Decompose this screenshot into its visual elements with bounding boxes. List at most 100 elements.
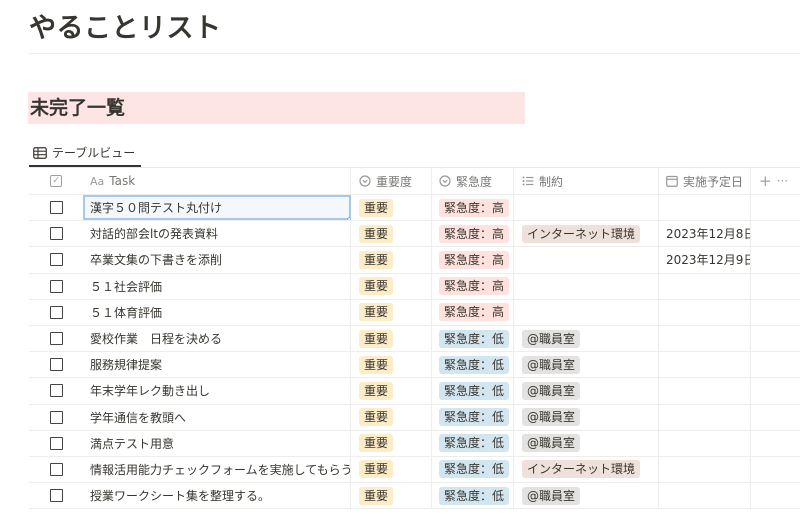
importance-cell[interactable]: 重要: [351, 273, 432, 299]
add-column-icon[interactable]: +: [759, 172, 772, 190]
done-checkbox[interactable]: [49, 253, 63, 267]
row-checkbox-cell[interactable]: [29, 300, 83, 325]
date-cell[interactable]: [659, 299, 751, 325]
task-cell[interactable]: 漢字５０問テスト丸付け: [83, 195, 351, 221]
table-row[interactable]: 学年通信を教頭へ 重要 緊急度：低 @職員室: [29, 404, 800, 431]
task-cell[interactable]: 対話的部会ltの発表資料: [83, 221, 351, 247]
importance-cell[interactable]: 重要: [351, 195, 432, 221]
row-checkbox-cell[interactable]: [29, 195, 83, 220]
fill-handle[interactable]: [347, 217, 350, 221]
row-checkbox-cell[interactable]: [29, 247, 83, 272]
done-checkbox[interactable]: [49, 410, 63, 424]
date-cell[interactable]: 2023年12月8日: [659, 221, 751, 247]
importance-cell[interactable]: 重要: [351, 325, 432, 352]
urgency-cell[interactable]: 緊急度：低: [432, 378, 514, 404]
done-checkbox[interactable]: [49, 462, 63, 476]
row-checkbox-cell[interactable]: [29, 457, 83, 482]
urgency-cell[interactable]: 緊急度：低: [432, 352, 514, 378]
constraint-cell[interactable]: [514, 299, 659, 325]
importance-cell[interactable]: 重要: [351, 430, 432, 456]
date-cell[interactable]: 2023年12月9日: [659, 247, 751, 273]
done-checkbox[interactable]: [49, 279, 63, 293]
importance-cell[interactable]: 重要: [351, 378, 432, 404]
date-cell[interactable]: [659, 404, 751, 430]
row-checkbox-cell[interactable]: [29, 378, 83, 403]
task-cell[interactable]: 年末学年レク動き出し: [83, 378, 351, 404]
done-checkbox[interactable]: [49, 201, 63, 215]
table-row[interactable]: 授業ワークシート集を整理する。 重要 緊急度：低 @職員室: [29, 483, 800, 510]
table-row[interactable]: 愛校作業 日程を決める 重要 緊急度：低 @職員室: [29, 325, 800, 353]
task-cell[interactable]: ５１社会評価: [83, 273, 351, 299]
date-cell[interactable]: [659, 378, 751, 404]
importance-cell[interactable]: 重要: [351, 247, 432, 273]
constraint-cell[interactable]: [514, 247, 659, 273]
done-checkbox[interactable]: [49, 227, 63, 241]
constraint-cell[interactable]: [514, 195, 659, 221]
task-cell[interactable]: 学年通信を教頭へ: [83, 404, 351, 430]
row-checkbox-cell[interactable]: [29, 326, 83, 351]
constraint-cell[interactable]: @職員室: [514, 325, 659, 352]
more-options-icon[interactable]: ···: [777, 174, 788, 188]
done-checkbox[interactable]: [49, 436, 63, 450]
importance-cell[interactable]: 重要: [351, 221, 432, 247]
constraint-cell[interactable]: @職員室: [514, 404, 659, 430]
importance-cell[interactable]: 重要: [351, 299, 432, 325]
row-checkbox-cell[interactable]: [29, 352, 83, 377]
constraint-cell[interactable]: @職員室: [514, 378, 659, 404]
task-cell[interactable]: 卒業文集の下書きを添削: [83, 247, 351, 273]
constraint-cell[interactable]: [514, 273, 659, 299]
done-checkbox[interactable]: [49, 305, 63, 319]
date-cell[interactable]: [659, 456, 751, 483]
date-cell[interactable]: [659, 483, 751, 509]
table-row[interactable]: 情報活用能力チェックフォームを実施してもらう 重要 緊急度：低 インターネット環境: [29, 456, 800, 484]
date-cell[interactable]: [659, 273, 751, 299]
table-row[interactable]: ５１体育評価 重要 緊急度：高: [29, 299, 800, 326]
urgency-cell[interactable]: 緊急度：低: [432, 430, 514, 456]
urgency-cell[interactable]: 緊急度：低: [432, 325, 514, 352]
date-cell[interactable]: [659, 430, 751, 456]
row-checkbox-cell[interactable]: [29, 274, 83, 299]
row-checkbox-cell[interactable]: [29, 483, 83, 508]
constraint-cell[interactable]: @職員室: [514, 352, 659, 378]
task-cell[interactable]: 服務規律提案: [83, 352, 351, 378]
constraint-cell[interactable]: インターネット環境: [514, 221, 659, 247]
urgency-cell[interactable]: 緊急度：高: [432, 299, 514, 325]
done-checkbox[interactable]: [49, 489, 63, 503]
date-cell[interactable]: [659, 325, 751, 352]
table-row[interactable]: ５１社会評価 重要 緊急度：高: [29, 273, 800, 300]
column-header-urgency[interactable]: 緊急度: [432, 168, 514, 194]
task-cell[interactable]: 情報活用能力チェックフォームを実施してもらう: [83, 456, 351, 483]
column-header-task[interactable]: Aa Task: [83, 168, 351, 194]
tab-table-view[interactable]: テーブルビュー: [29, 140, 142, 167]
urgency-cell[interactable]: 緊急度：高: [432, 247, 514, 273]
constraint-cell[interactable]: @職員室: [514, 483, 659, 509]
task-cell[interactable]: 授業ワークシート集を整理する。: [83, 483, 351, 509]
table-row[interactable]: 服務規律提案 重要 緊急度：低 @職員室: [29, 352, 800, 379]
row-checkbox-cell[interactable]: [29, 431, 83, 456]
date-cell[interactable]: [659, 352, 751, 378]
table-row[interactable]: 年末学年レク動き出し 重要 緊急度：低 @職員室: [29, 378, 800, 405]
importance-cell[interactable]: 重要: [351, 352, 432, 378]
task-cell[interactable]: ５１体育評価: [83, 299, 351, 325]
column-header-date[interactable]: 実施予定日: [659, 168, 751, 194]
urgency-cell[interactable]: 緊急度：低: [432, 483, 514, 509]
importance-cell[interactable]: 重要: [351, 404, 432, 430]
done-checkbox[interactable]: [49, 332, 63, 346]
urgency-cell[interactable]: 緊急度：高: [432, 273, 514, 299]
urgency-cell[interactable]: 緊急度：低: [432, 404, 514, 430]
urgency-cell[interactable]: 緊急度：高: [432, 195, 514, 221]
table-row[interactable]: 漢字５０問テスト丸付け 重要 緊急度：高: [29, 195, 800, 222]
column-header-constraint[interactable]: 制約: [514, 168, 659, 194]
task-cell[interactable]: 満点テスト用意: [83, 430, 351, 456]
row-checkbox-cell[interactable]: [29, 221, 83, 246]
header-select-all[interactable]: ✓: [29, 168, 83, 194]
constraint-cell[interactable]: インターネット環境: [514, 456, 659, 483]
table-row[interactable]: 卒業文集の下書きを添削 重要 緊急度：高 2023年12月9日: [29, 247, 800, 274]
select-all-checkbox[interactable]: ✓: [50, 175, 62, 187]
importance-cell[interactable]: 重要: [351, 483, 432, 509]
done-checkbox[interactable]: [49, 384, 63, 398]
row-checkbox-cell[interactable]: [29, 405, 83, 430]
column-header-importance[interactable]: 重要度: [351, 168, 432, 194]
task-cell[interactable]: 愛校作業 日程を決める: [83, 325, 351, 352]
urgency-cell[interactable]: 緊急度：低: [432, 456, 514, 483]
